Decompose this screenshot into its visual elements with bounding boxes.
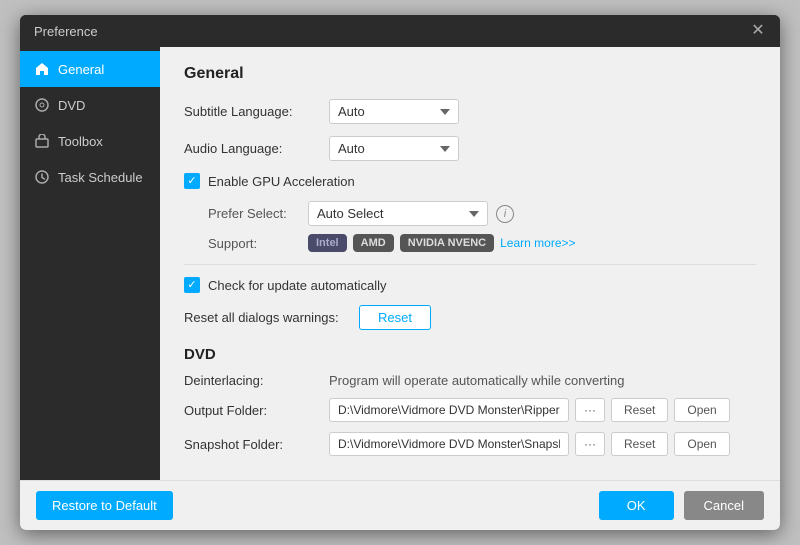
audio-language-row: Audio Language: Auto (184, 136, 756, 161)
checkmark-icon: ✓ (187, 176, 196, 187)
sidebar-label-task-schedule: Task Schedule (58, 170, 143, 185)
reset-dialogs-label: Reset all dialogs warnings: (184, 310, 359, 325)
info-icon[interactable]: i (496, 205, 514, 223)
clock-icon (34, 169, 50, 185)
output-folder-dots-button[interactable]: ··· (575, 398, 605, 422)
check-update-label: Check for update automatically (208, 278, 386, 293)
snapshot-folder-controls: ··· Reset Open (329, 432, 730, 456)
deinterlacing-row: Deinterlacing: Program will operate auto… (184, 373, 756, 388)
snapshot-folder-input[interactable] (329, 432, 569, 456)
dvd-section-title: DVD (184, 346, 756, 363)
subtitle-language-select[interactable]: Auto (329, 99, 459, 124)
sidebar-label-general: General (58, 62, 104, 77)
gpu-checkbox[interactable]: ✓ (184, 173, 200, 189)
dvd-icon (34, 97, 50, 113)
prefer-select-wrap: Auto Select i (308, 201, 514, 226)
prefer-select-label: Prefer Select: (208, 206, 308, 221)
gpu-checkbox-label: Enable GPU Acceleration (208, 174, 355, 189)
restore-default-button[interactable]: Restore to Default (36, 491, 173, 520)
sidebar-item-general[interactable]: General (20, 51, 160, 87)
main-panel: General Subtitle Language: Auto Audio La… (160, 47, 780, 480)
preference-dialog: Preference ✕ General DV (20, 15, 780, 530)
output-folder-input[interactable] (329, 398, 569, 422)
check-update-checkbox[interactable]: ✓ (184, 277, 200, 293)
output-folder-controls: ··· Reset Open (329, 398, 730, 422)
snapshot-folder-dots-button[interactable]: ··· (575, 432, 605, 456)
divider-1 (184, 264, 756, 265)
check-update-row: ✓ Check for update automatically (184, 277, 756, 293)
snapshot-folder-open-button[interactable]: Open (674, 432, 729, 456)
dialog-title: Preference (34, 24, 98, 39)
sidebar-item-toolbox[interactable]: Toolbox (20, 123, 160, 159)
output-folder-reset-button[interactable]: Reset (611, 398, 668, 422)
title-bar: Preference ✕ (20, 15, 780, 47)
reset-dialogs-row: Reset all dialogs warnings: Reset (184, 305, 756, 330)
sidebar-label-dvd: DVD (58, 98, 85, 113)
nvidia-badge: NVIDIA NVENC (400, 234, 494, 252)
snapshot-folder-label: Snapshot Folder: (184, 437, 329, 452)
gpu-checkbox-row: ✓ Enable GPU Acceleration (184, 173, 756, 189)
ok-button[interactable]: OK (599, 491, 674, 520)
audio-language-label: Audio Language: (184, 141, 329, 156)
output-folder-open-button[interactable]: Open (674, 398, 729, 422)
toolbox-icon (34, 133, 50, 149)
support-row: Support: Intel AMD NVIDIA NVENC Learn mo… (208, 234, 756, 252)
footer-right-buttons: OK Cancel (599, 491, 764, 520)
reset-dialogs-button[interactable]: Reset (359, 305, 431, 330)
deinterlacing-value: Program will operate automatically while… (329, 373, 625, 388)
nvidia-label: NVIDIA NVENC (408, 237, 486, 249)
prefer-select-dropdown[interactable]: Auto Select (308, 201, 488, 226)
sidebar-label-toolbox: Toolbox (58, 134, 103, 149)
home-icon (34, 61, 50, 77)
support-label: Support: (208, 236, 308, 251)
checkmark-icon-2: ✓ (187, 280, 196, 291)
amd-badge: AMD (353, 234, 394, 252)
output-folder-row: Output Folder: ··· Reset Open (184, 398, 756, 422)
deinterlacing-label: Deinterlacing: (184, 373, 329, 388)
close-button[interactable]: ✕ (750, 23, 766, 39)
intel-label: Intel (316, 237, 339, 249)
output-folder-label: Output Folder: (184, 403, 329, 418)
subtitle-language-label: Subtitle Language: (184, 104, 329, 119)
amd-label: AMD (361, 237, 386, 249)
snapshot-folder-row: Snapshot Folder: ··· Reset Open (184, 432, 756, 456)
cancel-button[interactable]: Cancel (684, 491, 764, 520)
dialog-footer: Restore to Default OK Cancel (20, 480, 780, 530)
support-badges: Intel AMD NVIDIA NVENC Learn more>> (308, 234, 576, 252)
general-section-title: General (184, 65, 756, 83)
audio-language-select[interactable]: Auto (329, 136, 459, 161)
sidebar-item-dvd[interactable]: DVD (20, 87, 160, 123)
intel-badge: Intel (308, 234, 347, 252)
learn-more-link[interactable]: Learn more>> (500, 236, 575, 250)
gpu-section: Prefer Select: Auto Select i Support: In… (208, 201, 756, 252)
content-area: General DVD Toolbox (20, 47, 780, 480)
sidebar: General DVD Toolbox (20, 47, 160, 480)
subtitle-language-row: Subtitle Language: Auto (184, 99, 756, 124)
prefer-select-row: Prefer Select: Auto Select i (208, 201, 756, 226)
sidebar-item-task-schedule[interactable]: Task Schedule (20, 159, 160, 195)
snapshot-folder-reset-button[interactable]: Reset (611, 432, 668, 456)
